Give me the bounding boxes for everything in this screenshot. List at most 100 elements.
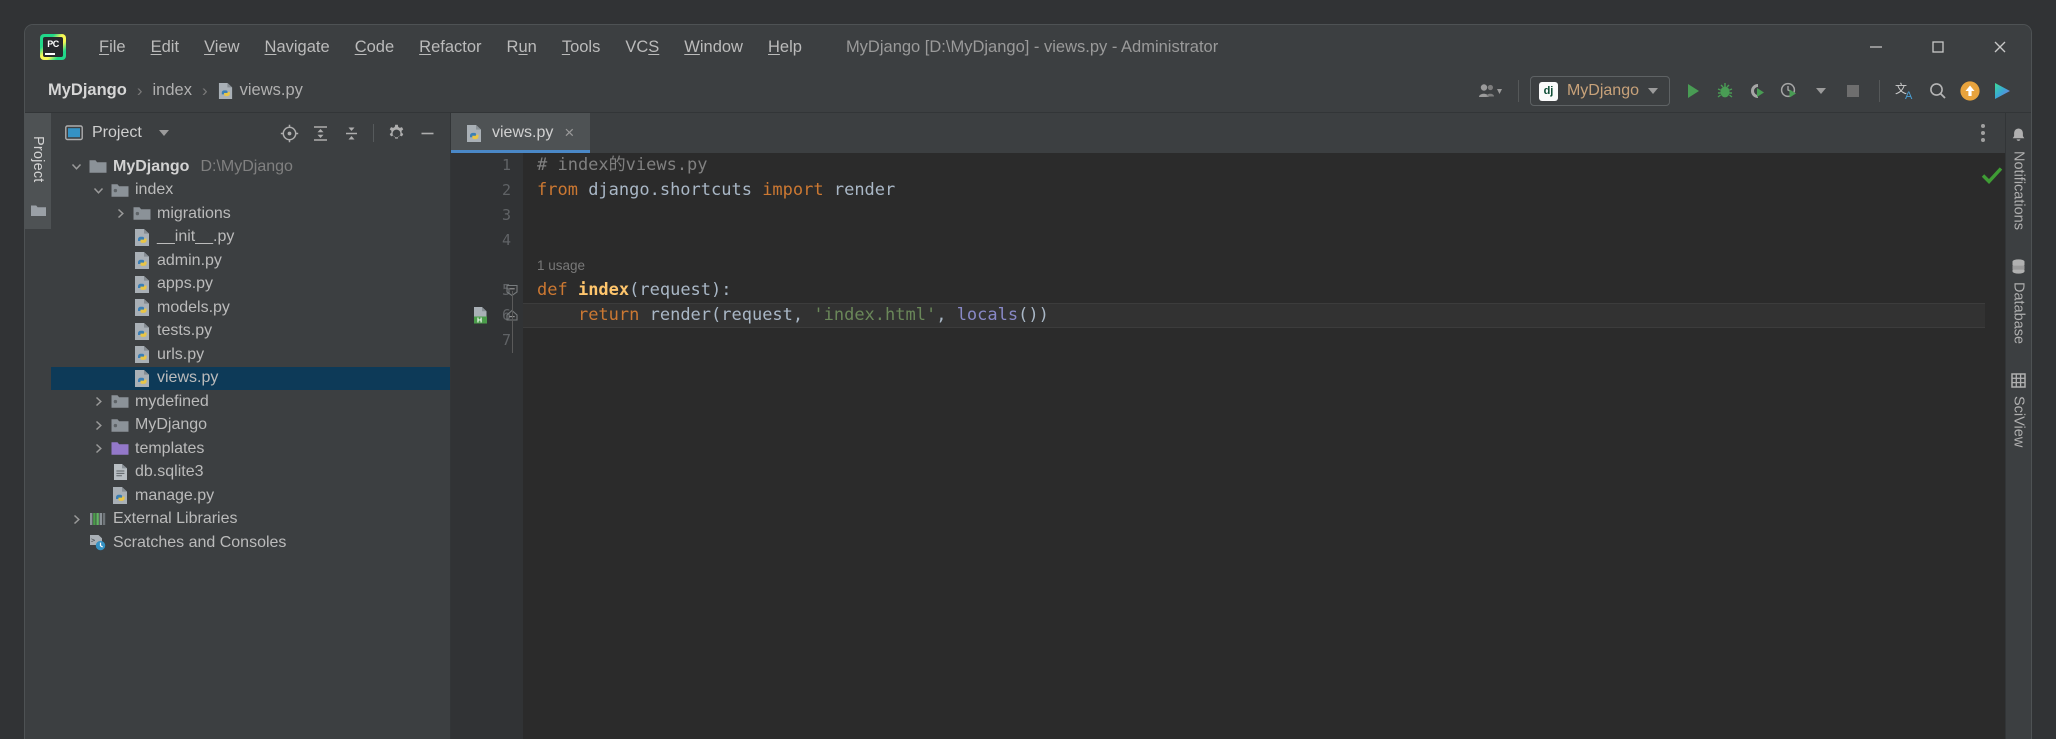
- menu-item-tools[interactable]: Tools: [551, 34, 612, 61]
- tree-item-migrations[interactable]: migrations: [51, 202, 450, 226]
- tree-item-managepy[interactable]: manage.py: [51, 484, 450, 508]
- menu-item-edit[interactable]: Edit: [140, 34, 190, 61]
- bell-icon: [2010, 127, 2027, 144]
- menu-item-code[interactable]: Code: [344, 34, 405, 61]
- tree-item-mydjango[interactable]: MyDjango: [51, 414, 450, 438]
- breadcrumb-item-mydjango[interactable]: MyDjango: [43, 79, 132, 102]
- tree-item-adminpy[interactable]: admin.py: [51, 249, 450, 273]
- chevron-down-icon[interactable]: [65, 160, 87, 173]
- tree-item-label: models.py: [157, 298, 230, 316]
- menu-item-run[interactable]: Run: [496, 34, 548, 61]
- menu-item-navigate[interactable]: Navigate: [254, 34, 341, 61]
- stop-button[interactable]: [1838, 76, 1868, 106]
- expand-all-icon[interactable]: [307, 120, 333, 146]
- update-project-button[interactable]: [1955, 76, 1985, 106]
- search-icon[interactable]: [1923, 76, 1953, 106]
- tree-item-externallibraries[interactable]: External Libraries: [51, 508, 450, 532]
- close-button[interactable]: [1969, 25, 2031, 69]
- editor-tab-views-py[interactable]: views.py ×: [451, 113, 591, 153]
- svg-text:A: A: [1905, 90, 1913, 101]
- tree-item-dbsqlite3[interactable]: db.sqlite3: [51, 461, 450, 485]
- line-number: 7: [501, 331, 511, 349]
- run-configuration-selector[interactable]: dj MyDjango: [1529, 76, 1670, 106]
- chevron-down-icon: [158, 130, 169, 136]
- tree-item-appspy[interactable]: apps.py: [51, 273, 450, 297]
- line-number: 2: [501, 181, 511, 199]
- breadcrumb-separator: ›: [136, 80, 143, 100]
- hide-panel-icon[interactable]: [414, 120, 440, 146]
- project-window-icon: [65, 125, 83, 141]
- tree-item-urlspy[interactable]: urls.py: [51, 343, 450, 367]
- translate-icon[interactable]: 文 A: [1891, 76, 1921, 106]
- tree-item-path: D:\MyDjango: [200, 157, 293, 175]
- stripe-tab-database[interactable]: Database: [2010, 258, 2027, 344]
- right-tool-stripe: Notifications Database SciView: [2005, 113, 2031, 739]
- profile-dropdown[interactable]: [1806, 76, 1836, 106]
- code-token: from: [537, 180, 578, 200]
- breadcrumb-item-index[interactable]: index: [148, 79, 197, 102]
- user-account-button[interactable]: [1475, 76, 1507, 106]
- window-controls: [1845, 25, 2031, 69]
- project-panel-selector[interactable]: Project: [65, 124, 169, 142]
- tree-item-mydefined[interactable]: mydefined: [51, 390, 450, 414]
- pycharm-logo-bar: [45, 53, 55, 55]
- stripe-tab-notifications[interactable]: Notifications: [2010, 127, 2027, 230]
- debug-button[interactable]: [1710, 76, 1740, 106]
- tree-item-testspy[interactable]: tests.py: [51, 320, 450, 344]
- chevron-right-icon[interactable]: [65, 513, 87, 526]
- tree-item-label: __init__.py: [157, 228, 235, 246]
- locate-target-icon[interactable]: [276, 120, 302, 146]
- inspection-ok-icon[interactable]: [1981, 165, 2003, 185]
- line-number: 3: [501, 206, 511, 224]
- project-tree: MyDjango D:\MyDjango index migrations __init…: [51, 153, 450, 555]
- tree-item-label: index: [135, 181, 174, 199]
- chevron-right-icon[interactable]: [87, 419, 109, 432]
- more-options-icon[interactable]: [1975, 118, 1991, 148]
- chevron-right-icon[interactable]: [109, 207, 131, 220]
- chevron-down-icon[interactable]: [87, 184, 109, 197]
- collapse-all-icon[interactable]: [338, 120, 364, 146]
- tree-item-initpy[interactable]: __init__.py: [51, 226, 450, 250]
- menu-item-window[interactable]: Window: [673, 34, 754, 61]
- html-file-gutter-icon[interactable]: H: [471, 303, 491, 328]
- python-file-icon: [131, 322, 153, 341]
- stripe-tab-sciview[interactable]: SciView: [2010, 372, 2027, 447]
- menu-item-view[interactable]: View: [193, 34, 250, 61]
- chevron-right-icon[interactable]: [87, 395, 109, 408]
- python-file-icon: [131, 298, 153, 317]
- breadcrumb-separator: ›: [201, 80, 208, 100]
- code-editor[interactable]: 1234567H # index的views.py from django.sho…: [451, 153, 2005, 739]
- minimize-button[interactable]: [1845, 25, 1907, 69]
- maximize-button[interactable]: [1907, 25, 1969, 69]
- tree-item-scratchesandconsoles[interactable]: > Scratches and Consoles: [51, 531, 450, 555]
- stripe-tab-project[interactable]: Project: [25, 113, 51, 229]
- toolbar-divider-2: [1879, 80, 1880, 102]
- plugin-button[interactable]: [1987, 76, 2017, 106]
- close-icon[interactable]: ×: [562, 123, 576, 143]
- usage-hint[interactable]: 1 usage: [537, 253, 585, 278]
- line-number: 4: [501, 231, 511, 249]
- code-line: # index的views.py: [537, 153, 708, 178]
- breadcrumb-item-viewspy[interactable]: views.py: [213, 79, 308, 102]
- tree-item-index[interactable]: index: [51, 179, 450, 203]
- chevron-right-icon[interactable]: [87, 442, 109, 455]
- menu-item-vcs[interactable]: VCS: [614, 34, 670, 61]
- code-content[interactable]: # index的views.py from django.shortcuts im…: [523, 153, 1985, 739]
- tree-item-mydjango[interactable]: MyDjango D:\MyDjango: [51, 155, 450, 179]
- tree-item-label: MyDjango: [135, 416, 208, 434]
- tree-item-viewspy[interactable]: views.py: [51, 366, 450, 390]
- editor-gutter[interactable]: 1234567H: [451, 153, 523, 739]
- menu-item-refactor[interactable]: Refactor: [408, 34, 492, 61]
- gear-icon[interactable]: [383, 120, 409, 146]
- fold-region-line: [512, 291, 513, 353]
- run-button[interactable]: [1678, 76, 1708, 106]
- profile-button[interactable]: [1774, 76, 1804, 106]
- tree-item-templates[interactable]: templates: [51, 437, 450, 461]
- breadcrumb-label: views.py: [239, 81, 303, 99]
- tree-item-label: tests.py: [157, 322, 213, 340]
- menu-item-file[interactable]: File: [88, 34, 137, 61]
- tree-item-modelspy[interactable]: models.py: [51, 296, 450, 320]
- project-panel-header: Project: [51, 113, 450, 153]
- run-with-coverage-button[interactable]: [1742, 76, 1772, 106]
- menu-item-help[interactable]: Help: [757, 34, 813, 61]
